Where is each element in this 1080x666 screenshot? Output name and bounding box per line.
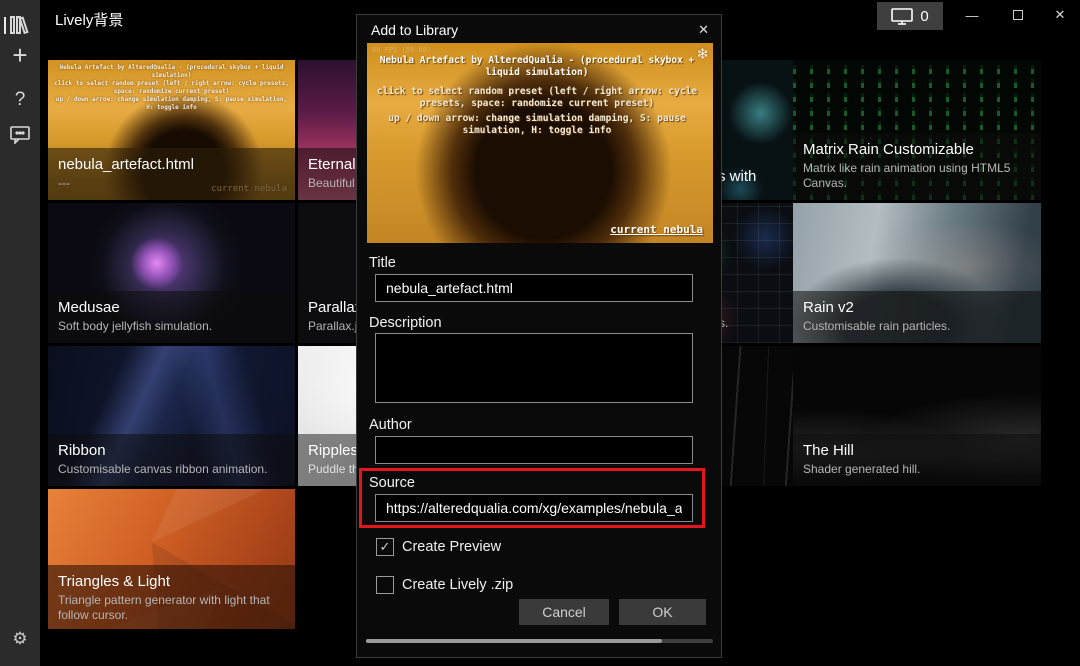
wallpaper-title: Ribbon [58, 441, 285, 460]
active-screen-count: 0 [920, 8, 928, 25]
wallpaper-description: Customisable canvas ribbon animation. [58, 462, 285, 477]
preview-overlay-line: click to select random preset (left / ri… [371, 86, 703, 110]
create-preview-label: Create Preview [402, 539, 501, 555]
tile-triangles-light[interactable]: Triangles & Light Triangle pattern gener… [48, 489, 295, 629]
wallpaper-title: nebula_artefact.html [58, 155, 285, 174]
dialog-scrollbar-thumb[interactable] [366, 639, 662, 643]
wallpaper-description: Customisable rain particles. [803, 319, 1031, 334]
checkbox-checked-icon[interactable]: ✓ [376, 538, 394, 556]
source-field-label: Source [369, 475, 415, 491]
monitor-icon [891, 8, 913, 25]
tile-nebula-artefact[interactable]: Nebula Artefact by AlteredQualia - (proc… [48, 60, 295, 200]
maximize-button[interactable] [996, 0, 1040, 30]
help-icon[interactable]: ? [0, 90, 40, 109]
dialog-scrollbar[interactable] [366, 639, 713, 643]
active-screens-button[interactable]: 0 [877, 2, 943, 30]
tile-medusae[interactable]: Medusae Soft body jellyfish simulation. [48, 203, 295, 343]
wallpaper-title: Matrix Rain Customizable [803, 140, 1031, 159]
title-input[interactable] [375, 274, 693, 302]
checkbox-unchecked-icon[interactable] [376, 576, 394, 594]
wallpaper-title: Medusae [58, 298, 285, 317]
create-zip-label: Create Lively .zip [402, 577, 513, 593]
feedback-icon[interactable] [0, 125, 40, 149]
title-field-label: Title [369, 255, 396, 271]
add-wallpaper-icon[interactable]: + [0, 42, 40, 68]
close-window-button[interactable]: ✕ [1038, 0, 1080, 30]
fps-counter: 60 FPS (59.60) [372, 46, 431, 54]
tile-ribbon[interactable]: Ribbon Customisable canvas ribbon animat… [48, 346, 295, 486]
cancel-button[interactable]: Cancel [519, 599, 609, 625]
tile-the-hill[interactable]: The Hill Shader generated hill. [793, 346, 1041, 486]
create-zip-checkbox[interactable]: Create Lively .zip [376, 576, 513, 594]
wallpaper-title-fragment: s with [718, 168, 756, 185]
wallpaper-title: Triangles & Light [58, 572, 285, 591]
wallpaper-title: The Hill [803, 441, 1031, 460]
create-preview-checkbox[interactable]: ✓ Create Preview [376, 538, 501, 556]
author-field-label: Author [369, 417, 412, 433]
maximize-icon [1013, 10, 1023, 20]
tile-matrix-rain[interactable]: Matrix Rain Customizable Matrix like rai… [793, 60, 1041, 200]
wallpaper-description: Triangle pattern generator with light th… [58, 593, 285, 623]
current-nebula-link[interactable]: current nebula [610, 223, 703, 236]
preview-overlay-line: up / down arrow: change simulation dampi… [371, 113, 703, 137]
description-input[interactable] [375, 333, 693, 403]
wallpaper-description: Soft body jellyfish simulation. [58, 319, 285, 334]
wallpaper-description: Shader generated hill. [803, 462, 1031, 477]
description-field-label: Description [369, 315, 442, 331]
wallpaper-title: Rain v2 [803, 298, 1031, 317]
dialog-close-icon[interactable]: ✕ [698, 22, 709, 38]
tile-rain-v2[interactable]: Rain v2 Customisable rain particles. [793, 203, 1041, 343]
wallpaper-description: Matrix like rain animation using HTML5 C… [803, 161, 1031, 191]
wallpaper-preview: 60 FPS (59.60) ❄ Nebula Artefact by Alte… [367, 43, 713, 243]
preview-overlay-line: Nebula Artefact by AlteredQualia - (proc… [371, 55, 703, 79]
sidebar: + ? ⚙ [0, 0, 40, 666]
minimize-button[interactable]: — [950, 0, 994, 30]
library-icon[interactable] [0, 15, 40, 40]
wallpaper-description: --- [58, 176, 285, 191]
author-input[interactable] [375, 436, 693, 464]
ok-button[interactable]: OK [619, 599, 706, 625]
source-input[interactable] [375, 494, 693, 522]
dialog-title: Add to Library [371, 22, 458, 38]
add-to-library-dialog: Add to Library ✕ 60 FPS (59.60) ❄ Nebula… [356, 14, 722, 658]
app-title: Lively背景 [55, 9, 123, 30]
settings-icon[interactable]: ⚙ [0, 630, 40, 647]
